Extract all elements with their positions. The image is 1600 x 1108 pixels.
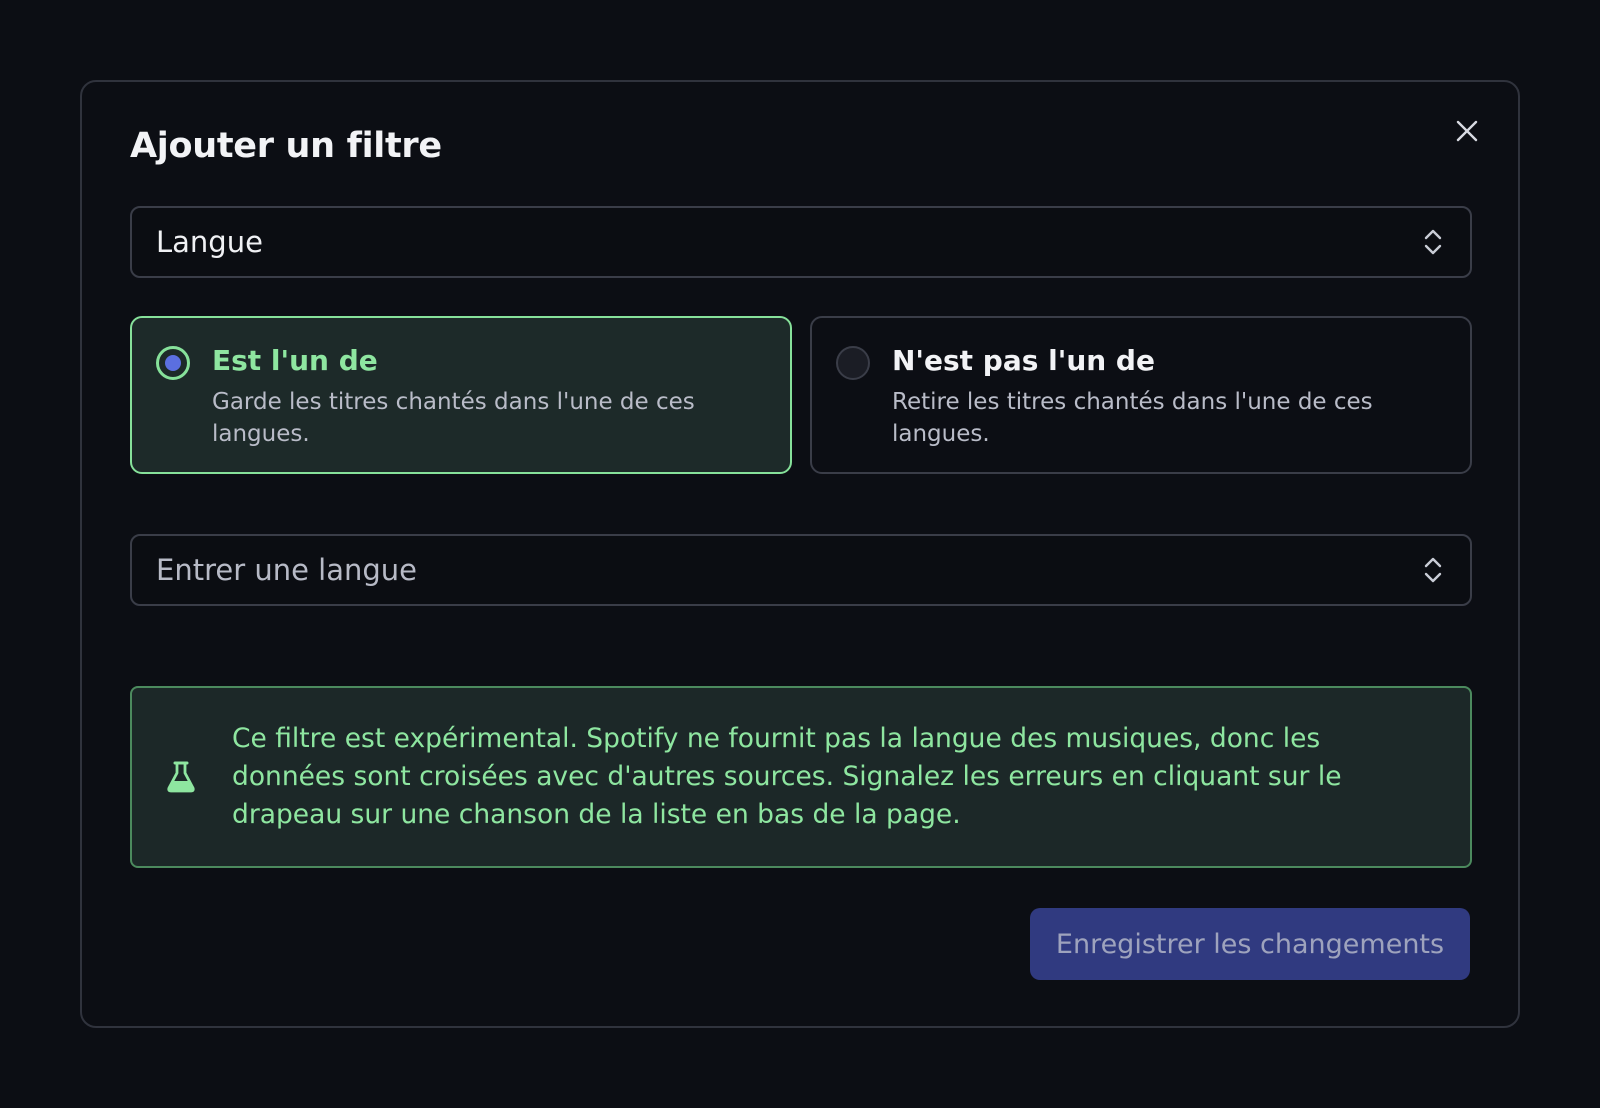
language-select[interactable]: Entrer une langue [130, 534, 1472, 606]
add-filter-dialog: Ajouter un filtre Langue Est l'un de Gar… [80, 80, 1520, 1028]
alert-message: Ce filtre est expérimental. Spotify ne f… [232, 723, 1342, 830]
dialog-title: Ajouter un filtre [130, 126, 442, 166]
option-label: N'est pas l'un de [892, 344, 1155, 377]
close-icon [1456, 120, 1478, 142]
experimental-alert: Ce filtre est expérimental. Spotify ne f… [130, 686, 1472, 868]
filter-field-value: Langue [156, 225, 263, 259]
option-description: Retire les titres chantés dans l'une de … [892, 389, 1373, 447]
language-select-placeholder: Entrer une langue [156, 553, 417, 587]
option-description: Garde les titres chantés dans l'une de c… [212, 389, 695, 447]
option-label: Est l'un de [212, 344, 378, 377]
save-changes-button[interactable]: Enregistrer les changements [1030, 908, 1470, 980]
option-is-one-of[interactable]: Est l'un de Garde les titres chantés dan… [130, 316, 792, 474]
radio-button-unchecked[interactable] [836, 346, 870, 380]
option-is-not-one-of[interactable]: N'est pas l'un de Retire les titres chan… [810, 316, 1472, 474]
flask-icon [167, 761, 195, 793]
radio-button-checked[interactable] [156, 346, 190, 380]
close-button[interactable] [1450, 114, 1484, 148]
filter-field-select[interactable]: Langue [130, 206, 1472, 278]
chevron-up-down-icon [1424, 557, 1442, 583]
chevron-up-down-icon [1424, 229, 1442, 255]
